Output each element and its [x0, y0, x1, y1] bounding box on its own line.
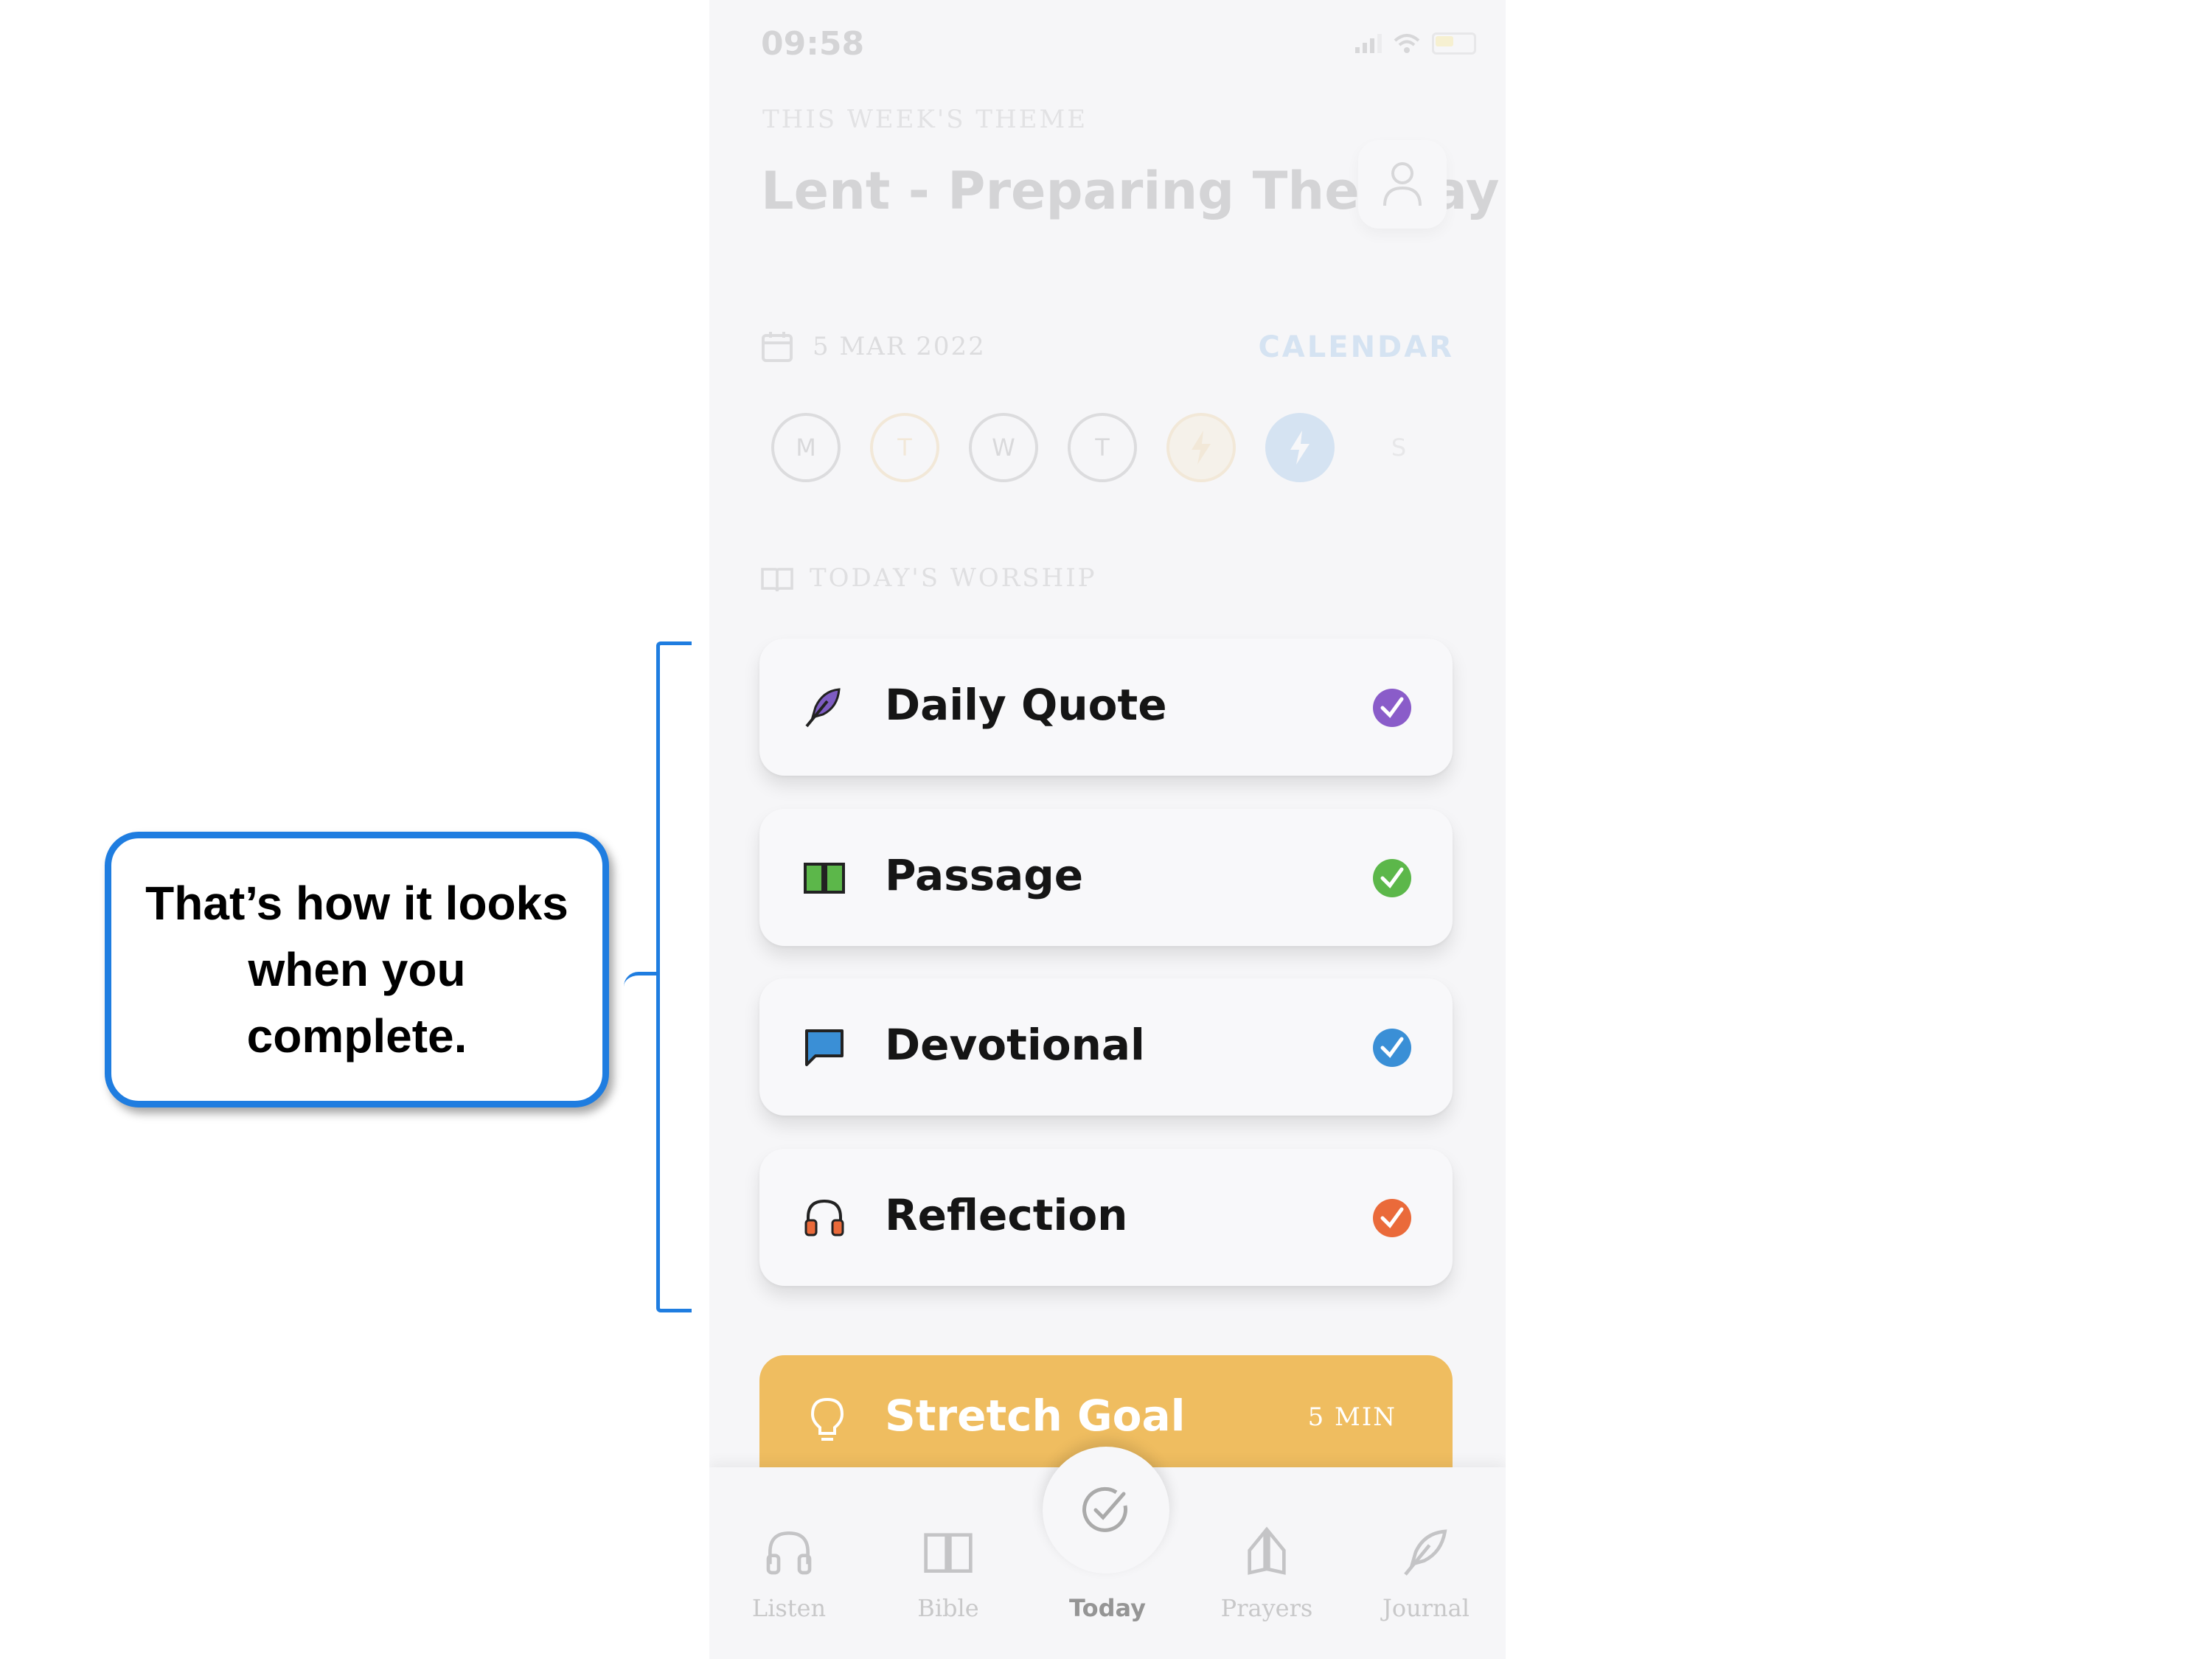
week-day-strip: M T W T S: [771, 413, 1464, 487]
status-time: 09:58: [761, 25, 865, 63]
tab-label: Listen: [751, 1594, 827, 1622]
headphones-icon: [766, 1531, 812, 1575]
status-icons: [1355, 32, 1476, 55]
bottom-tab-bar: Listen Bible Today Prayers Journal: [709, 1447, 1506, 1659]
feather-icon: [805, 688, 841, 728]
signal-icon: [1355, 34, 1382, 53]
worship-item-passage[interactable]: Passage: [759, 809, 1453, 946]
annotation-callout: That’s how it looks when you complete.: [105, 832, 609, 1107]
annotation-text: That’s how it looks when you complete.: [145, 877, 568, 1062]
stretch-goal-duration: 5 MIN: [1307, 1402, 1397, 1432]
todays-worship-label: TODAY'S WORSHIP: [761, 563, 1097, 593]
calendar-icon: [762, 332, 793, 362]
tab-label: Today: [1069, 1594, 1146, 1622]
user-icon: [1383, 162, 1422, 206]
current-date: 5 MAR 2022: [813, 332, 986, 361]
check-circle-icon: [1373, 1199, 1411, 1237]
item-label: Reflection: [885, 1190, 1128, 1240]
battery-icon: [1432, 32, 1476, 55]
feather-icon: [1404, 1529, 1447, 1576]
day-saturday[interactable]: [1265, 413, 1335, 482]
phone-screen: 09:58 THIS WEEK'S THEME Lent - Preparing…: [709, 0, 1506, 1659]
praying-hands-icon: [1248, 1526, 1286, 1575]
item-label: Passage: [885, 850, 1084, 900]
tab-prayers[interactable]: Prayers: [1187, 1526, 1346, 1622]
stretch-goal-label: Stretch Goal: [885, 1391, 1186, 1441]
worship-item-reflection[interactable]: Reflection: [759, 1149, 1453, 1286]
theme-label: THIS WEEK'S THEME: [762, 105, 1088, 134]
worship-item-daily-quote[interactable]: Daily Quote: [759, 639, 1453, 776]
wifi-icon: [1394, 34, 1420, 53]
annotation-bracket: [656, 641, 692, 1312]
tab-label: Journal: [1382, 1594, 1470, 1622]
annotation-bracket-tip: [624, 972, 659, 989]
worship-item-devotional[interactable]: Devotional: [759, 978, 1453, 1116]
item-label: Devotional: [885, 1020, 1145, 1070]
profile-button[interactable]: [1358, 140, 1447, 229]
check-circle-icon: [1373, 859, 1411, 897]
tab-listen[interactable]: Listen: [709, 1526, 869, 1622]
tab-journal[interactable]: Journal: [1346, 1526, 1506, 1622]
bolt-icon: [1192, 431, 1211, 465]
day-thursday[interactable]: T: [1068, 413, 1137, 482]
tab-label: Prayers: [1220, 1594, 1313, 1622]
book-icon: [924, 1533, 973, 1573]
tab-bible[interactable]: Bible: [869, 1526, 1028, 1622]
chat-bubble-icon: [805, 1029, 844, 1066]
day-friday[interactable]: [1166, 413, 1236, 482]
check-circle-icon: [1373, 1029, 1411, 1067]
tab-label: Bible: [917, 1594, 979, 1622]
book-icon: [761, 568, 793, 592]
tab-today[interactable]: Today: [1028, 1526, 1187, 1622]
day-wednesday[interactable]: W: [969, 413, 1038, 482]
day-tuesday[interactable]: T: [870, 413, 939, 482]
day-monday[interactable]: M: [771, 413, 841, 482]
calendar-link[interactable]: CALENDAR: [1258, 330, 1454, 364]
book-icon: [804, 863, 845, 894]
item-label: Daily Quote: [885, 680, 1167, 730]
lightbulb-icon: [810, 1397, 844, 1441]
headphones-icon: [804, 1199, 844, 1237]
date-row: 5 MAR 2022 CALENDAR: [761, 330, 1454, 367]
day-sunday[interactable]: S: [1364, 413, 1433, 482]
check-circle-icon: [1373, 689, 1411, 727]
bolt-icon: [1290, 431, 1310, 465]
